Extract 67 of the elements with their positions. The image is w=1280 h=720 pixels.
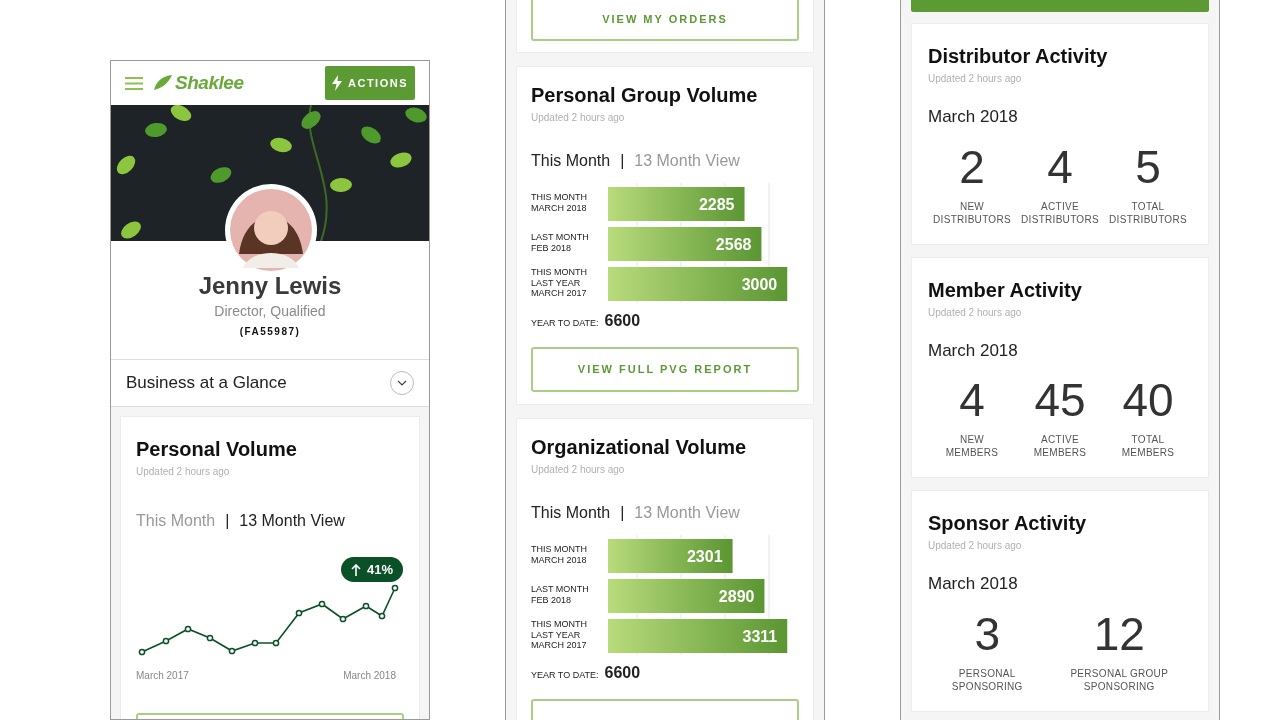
bar-value: 3000: [741, 276, 778, 293]
card-title: Distributor Activity: [928, 44, 1109, 69]
updated-text: Updated 2 hours ago: [531, 463, 626, 477]
ytd-value: 6600: [604, 311, 641, 331]
bar-value: 2301: [686, 548, 723, 565]
bar-value: 2285: [698, 196, 735, 213]
profile-name: Jenny Lewis: [198, 271, 342, 301]
updated-text: Updated 2 hours ago: [928, 539, 1023, 553]
axis-label: March 2018: [343, 669, 396, 683]
view-tab[interactable]: This Month: [531, 149, 611, 173]
view-tab[interactable]: 13 Month View: [634, 501, 740, 525]
stat-label: ACTIVE MEMBERS: [1033, 433, 1087, 459]
stat-value: 45: [1034, 377, 1086, 423]
card-title: Sponsor Activity: [928, 511, 1088, 536]
view-tab[interactable]: This Month: [136, 509, 216, 533]
stat-value: 5: [1135, 143, 1161, 190]
stat-label: NEW DISTRIBUTORS: [933, 199, 1011, 226]
profile-title: Director, Qualified: [214, 302, 326, 321]
stat-value: 40: [1122, 377, 1174, 423]
bar-label: THIS MONTH MARCH 2018: [531, 192, 587, 214]
updated-text: Updated 2 hours ago: [928, 305, 1023, 320]
bar-label: THIS MONTH MARCH 2018: [531, 544, 587, 566]
updated-text: Updated 2 hours ago: [531, 111, 626, 125]
updated-text: Updated 2 hours ago: [928, 72, 1023, 86]
view-tab[interactable]: 13 Month View: [634, 149, 740, 173]
bar-value: 2568: [715, 236, 752, 253]
tab-separator: |: [620, 503, 625, 523]
stat-label: ACTIVE DISTRIBUTORS: [1021, 199, 1099, 226]
view-tab[interactable]: 13 Month View: [239, 509, 345, 533]
stat-value: 3: [974, 610, 1001, 657]
period-label: March 2018: [928, 339, 1019, 362]
updated-text: Updated 2 hours ago: [136, 465, 231, 479]
axis-label: March 2017: [136, 669, 189, 683]
stat-value: 4: [1047, 143, 1073, 190]
bar-label: THIS MONTH LAST YEAR MARCH 2017: [531, 618, 587, 652]
percent-badge: 41%: [340, 557, 403, 582]
period-label: March 2018: [928, 573, 1019, 595]
distributor-id: (FA55987): [239, 325, 301, 339]
stat-label: TOTAL DISTRIBUTORS: [1109, 199, 1187, 226]
card-title: Personal Group Volume: [531, 83, 759, 108]
stat-label: TOTAL MEMBERS: [1121, 433, 1175, 459]
card-title: Member Activity: [928, 277, 1083, 303]
bar-label: THIS MONTH LAST YEAR MARCH 2017: [531, 266, 587, 300]
section-label: Business at a Glance: [126, 372, 287, 395]
view-tab[interactable]: This Month: [531, 501, 611, 525]
bar-value: 2890: [718, 588, 755, 605]
card-title: Personal Volume: [136, 437, 298, 462]
view-orders-button[interactable]: VIEW MY ORDERS: [531, 0, 799, 41]
ytd-label: YEAR TO DATE:: [531, 669, 599, 682]
logo[interactable]: Shaklee: [153, 68, 244, 98]
bar-value: 3311: [742, 628, 778, 645]
stat-label: PERSONAL SPONSORING: [951, 666, 1023, 693]
stat-label: NEW MEMBERS: [945, 433, 999, 459]
tab-separator: |: [620, 151, 625, 171]
bar-label: LAST MONTH FEB 2018: [531, 584, 589, 606]
ytd-label: YEAR TO DATE:: [531, 317, 599, 330]
stat-value: 2: [959, 143, 985, 190]
tab-separator: |: [225, 511, 230, 531]
stat-label: PERSONAL GROUP SPONSORING: [1070, 666, 1169, 693]
stat-value: 4: [959, 377, 985, 423]
report-button[interactable]: VIEW FULL PVG REPORT: [531, 347, 799, 392]
stat-value: 12: [1093, 610, 1145, 657]
actions-button[interactable]: ACTIONS: [325, 66, 415, 100]
ytd-value: 6600: [604, 663, 641, 683]
period-label: March 2018: [928, 106, 1019, 128]
bar-label: LAST MONTH FEB 2018: [531, 232, 589, 254]
card-title: Organizational Volume: [531, 435, 748, 460]
